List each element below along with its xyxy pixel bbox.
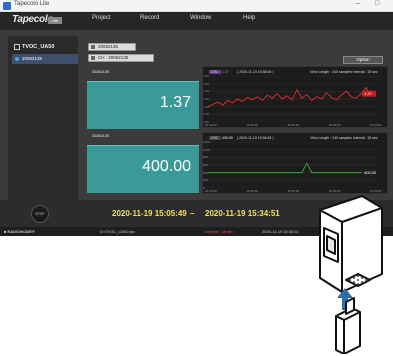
y-tick-label: 1.50: [203, 81, 209, 86]
ch1-plot: 1.37: [208, 76, 377, 122]
y-tick-label: 800: [203, 155, 209, 160]
x-tick-label: 15:30:00: [328, 123, 341, 127]
ch2-last-value: 400.00: [364, 170, 377, 175]
edition-badge: Lite: [48, 17, 62, 24]
menu-record[interactable]: Record: [140, 15, 159, 21]
app-logo: Tapecolo: [12, 14, 54, 25]
x-tick-label: 15:25:00: [287, 123, 300, 127]
window-title: Tapecolo Lite: [14, 1, 50, 7]
channel-tag[interactable]: CH : 20062135: [88, 54, 154, 62]
device-tag-label: 20062135: [98, 44, 119, 49]
ch2-series-line: [208, 162, 376, 174]
stop-button[interactable]: STOP: [31, 205, 49, 223]
y-tick-label: 600: [203, 163, 209, 167]
x-tick-label: 15:15:00: [205, 123, 217, 127]
ch1-view-info: View Length : 240 samples Interval : 15 …: [310, 70, 378, 74]
ch2-legend-name: CH2: [211, 136, 219, 140]
interval-label: Interval : 15 sec: [205, 229, 234, 234]
project-icon: [14, 44, 20, 50]
x-tick-label: 15:20:00: [246, 189, 258, 193]
title-bar: Tapecolo Lite – □: [0, 0, 393, 12]
ch2-value: 400.00: [142, 158, 191, 175]
y-tick-label: 1.10: [203, 112, 209, 117]
y-tick-label: 1.30: [203, 97, 209, 101]
menu-window[interactable]: Window: [190, 15, 211, 21]
app-icon: [3, 2, 11, 10]
device-tag-icon: [91, 45, 95, 49]
ch2-device-id: 20062135: [92, 134, 109, 138]
brand-label: ■ RADIONODE®: [4, 229, 35, 234]
menu-help[interactable]: Help: [243, 15, 255, 21]
end-time: 2020-11-19 15:34:51: [205, 209, 280, 218]
y-tick-label: 1.40: [203, 89, 209, 94]
ch1-device-id: 20062135: [92, 70, 109, 74]
x-tick-label: 15:34:51: [370, 123, 382, 127]
minimize-button[interactable]: –: [356, 0, 360, 7]
y-tick-label: 200: [203, 178, 209, 183]
menu-project[interactable]: Project: [92, 15, 111, 21]
project-name[interactable]: TVOC_UA50: [22, 44, 54, 50]
ch1-value: 1.37: [159, 94, 191, 111]
channel-tag-icon: [91, 56, 95, 60]
x-tick-label: 15:15:00: [205, 189, 217, 193]
channel-tag-label: CH : 20062135: [98, 55, 129, 60]
device-tag[interactable]: 20062135: [88, 43, 136, 51]
y-tick-label: 1.20: [203, 104, 209, 109]
device-icon: [15, 57, 19, 61]
start-time: 2020-11-19 15:05:49: [112, 209, 187, 218]
y-tick-label: 400: [203, 170, 209, 175]
time-separator: –: [190, 209, 195, 218]
ch1-series-line: [208, 86, 377, 108]
ch2-view-info: View Length : 240 samples Interval : 15 …: [310, 136, 378, 140]
ch2-legend-info: ( 2020-11-19 15:36:45 ): [237, 136, 274, 140]
y-tick-label: 1000: [203, 147, 210, 152]
file-path: D:/TVOC_UA50.tpc: [100, 229, 135, 234]
option-button[interactable]: Option: [343, 56, 383, 64]
ch1-legend-value: 1.37: [222, 70, 229, 74]
ch2-plot: 400.00: [208, 142, 377, 188]
usb-sensor-illustration: [319, 195, 383, 354]
ch1-legend-name: CH1: [211, 70, 219, 74]
sidebar-item-label: 20062135: [22, 56, 43, 61]
ch1-legend-info: ( 2020-11-19 15:36:45 ): [237, 70, 274, 74]
y-tick-label: 1200: [203, 140, 210, 144]
ch2-legend-value: 400.00: [222, 136, 233, 140]
ch1-last-value: 1.37: [364, 91, 373, 96]
maximize-button[interactable]: □: [375, 0, 379, 7]
x-tick-label: 15:20:00: [246, 123, 258, 127]
y-tick-label: 1.60: [203, 74, 209, 78]
